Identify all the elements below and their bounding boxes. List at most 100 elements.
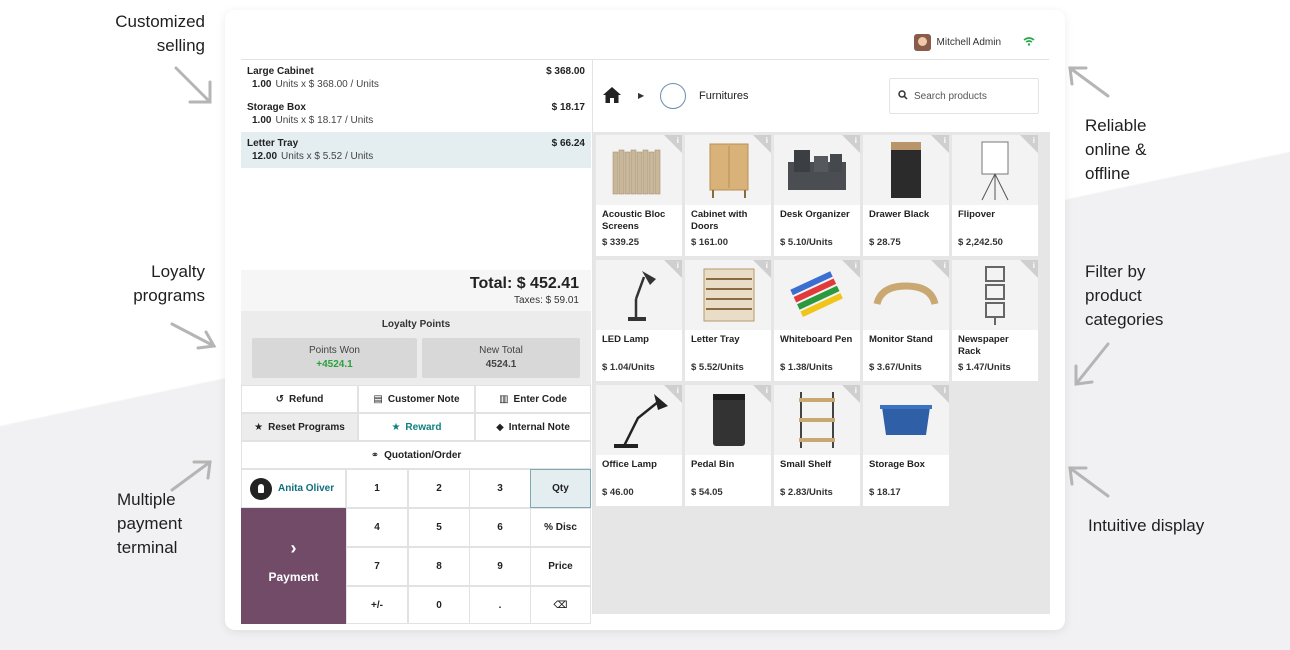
product-card[interactable]: Small Shelf $ 2.83/Units i [774, 385, 860, 506]
order-line-detail: 1.00 Units x $ 368.00 / Units [247, 79, 585, 90]
info-icon[interactable] [664, 260, 682, 278]
tag-icon: ◆ [496, 421, 504, 433]
arrow-decoration [1068, 466, 1110, 498]
home-icon[interactable] [602, 86, 622, 109]
search-box[interactable] [889, 78, 1039, 114]
info-icon[interactable] [753, 260, 771, 278]
info-icon[interactable] [842, 260, 860, 278]
user-menu[interactable]: Mitchell Admin [913, 34, 1035, 51]
product-panel: ▶ Furnitures Acoustic Bloc Scr [592, 60, 1050, 614]
numpad-key-5[interactable]: 5 [408, 508, 470, 547]
numpad-key-4[interactable]: 4 [346, 508, 408, 547]
info-icon[interactable] [1020, 135, 1038, 153]
numpad-key-8[interactable]: 8 [408, 547, 470, 586]
info-icon[interactable] [931, 385, 949, 403]
product-card[interactable]: Pedal Bin $ 54.05 i [685, 385, 771, 506]
info-icon[interactable] [842, 385, 860, 403]
backspace-icon[interactable]: ⌫ [530, 586, 591, 624]
info-icon[interactable] [753, 135, 771, 153]
info-icon[interactable] [842, 135, 860, 153]
product-card[interactable]: Drawer Black $ 28.75 i [863, 135, 949, 256]
product-price: $ 1.04/Units [602, 362, 655, 373]
refund-icon: ↺ [275, 393, 284, 405]
product-card[interactable]: Flipover $ 2,242.50 i [952, 135, 1038, 256]
category-name[interactable]: Furnitures [699, 90, 749, 102]
product-price: $ 2.83/Units [780, 487, 833, 498]
info-icon[interactable] [753, 385, 771, 403]
info-icon[interactable] [931, 135, 949, 153]
product-price: $ 161.00 [691, 237, 728, 248]
numpad-key-price[interactable]: Price [530, 547, 591, 586]
info-icon[interactable] [1020, 260, 1038, 278]
numpad-key-7[interactable]: 7 [346, 547, 408, 586]
product-card[interactable]: Desk Organizer $ 5.10/Units i [774, 135, 860, 256]
product-card[interactable]: Letter Tray $ 5.52/Units i [685, 260, 771, 381]
info-icon[interactable] [664, 385, 682, 403]
internal-note-button[interactable]: ◆ Internal Note [475, 413, 591, 441]
info-glyph: i [765, 261, 768, 270]
payment-button[interactable]: › Payment [241, 508, 346, 624]
star-icon: ★ [254, 421, 264, 433]
order-totals: Total: $ 452.41 Taxes: $ 59.01 [241, 270, 591, 311]
numpad-key-6[interactable]: 6 [469, 508, 531, 547]
search-icon [898, 89, 908, 103]
reset-programs-button[interactable]: ★ Reset Programs [241, 413, 358, 441]
feature-multiple-payment: Multiple payment terminal [117, 490, 183, 557]
numpad-key-3[interactable]: 3 [469, 469, 531, 508]
numpad-key-0[interactable]: 0 [408, 586, 470, 624]
product-card[interactable]: Office Lamp $ 46.00 i [596, 385, 682, 506]
product-card[interactable]: Cabinet with Doors $ 161.00 i [685, 135, 771, 256]
customer-name: Anita Oliver [278, 483, 335, 494]
numpad-key-plus-minus[interactable]: +/- [346, 586, 408, 624]
product-price: $ 5.52/Units [691, 362, 744, 373]
enter-code-button[interactable]: ▥ Enter Code [475, 385, 591, 413]
numpad-key-disc[interactable]: % Disc [530, 508, 591, 547]
order-line-selected[interactable]: Letter Tray $ 66.24 12.00 Units x $ 5.52 … [241, 132, 591, 168]
quotation-order-button[interactable]: ⚭ Quotation/Order [241, 441, 591, 469]
product-card[interactable]: Storage Box $ 18.17 i [863, 385, 949, 506]
search-input[interactable] [914, 90, 1029, 102]
feature-reliable: Reliable online & offline [1085, 116, 1147, 183]
product-grid: Acoustic Bloc Screens $ 339.25 i Cabinet… [593, 132, 1050, 614]
product-card[interactable]: Acoustic Bloc Screens $ 339.25 i [596, 135, 682, 256]
customer-button[interactable]: Anita Oliver [241, 469, 346, 508]
category-icon[interactable] [660, 83, 686, 109]
wifi-icon [1023, 36, 1035, 49]
order-line-price: $ 368.00 [546, 66, 585, 77]
loyalty-summary: Loyalty Points Points Won +4524.1 New To… [241, 311, 591, 385]
order-line[interactable]: Large Cabinet $ 368.00 1.00 Units x $ 368… [241, 60, 591, 96]
numpad-key-9[interactable]: 9 [469, 547, 531, 586]
info-glyph: i [765, 136, 768, 145]
new-total-label: New Total [479, 345, 523, 356]
order-line[interactable]: Storage Box $ 18.17 1.00 Units x $ 18.17 … [241, 96, 591, 132]
product-price: $ 46.00 [602, 487, 634, 498]
arrow-decoration [174, 66, 212, 104]
info-icon[interactable] [931, 260, 949, 278]
product-name: Letter Tray [691, 334, 740, 345]
info-icon[interactable] [664, 135, 682, 153]
product-name: Pedal Bin [691, 459, 735, 470]
feature-filter-categories: Filter by product categories [1085, 262, 1164, 329]
info-glyph: i [854, 136, 857, 145]
info-glyph: i [676, 136, 679, 145]
reward-button[interactable]: ★ Reward [358, 413, 475, 441]
info-glyph: i [943, 136, 946, 145]
product-name: Newspaper Rack [958, 334, 1009, 357]
product-card[interactable]: Newspaper Rack $ 1.47/Units i [952, 260, 1038, 381]
arrow-decoration [170, 460, 212, 492]
control-buttons: ↺ Refund ▤ Customer Note ▥ Enter Code ★ Rese… [241, 385, 591, 469]
product-card[interactable]: LED Lamp $ 1.04/Units i [596, 260, 682, 381]
note-icon: ▤ [373, 393, 383, 405]
product-card[interactable]: Monitor Stand $ 3.67/Units i [863, 260, 949, 381]
product-price: $ 18.17 [869, 487, 901, 498]
customer-note-button[interactable]: ▤ Customer Note [358, 385, 475, 413]
product-price: $ 1.38/Units [780, 362, 833, 373]
numpad-key-qty[interactable]: Qty [530, 469, 591, 508]
arrow-decoration [1074, 342, 1110, 386]
numpad-key-1[interactable]: 1 [346, 469, 408, 508]
order-line-name: Storage Box [247, 102, 306, 113]
refund-button[interactable]: ↺ Refund [241, 385, 358, 413]
numpad-key-decimal[interactable]: . [469, 586, 531, 624]
numpad-key-2[interactable]: 2 [408, 469, 470, 508]
product-card[interactable]: Whiteboard Pen $ 1.38/Units i [774, 260, 860, 381]
